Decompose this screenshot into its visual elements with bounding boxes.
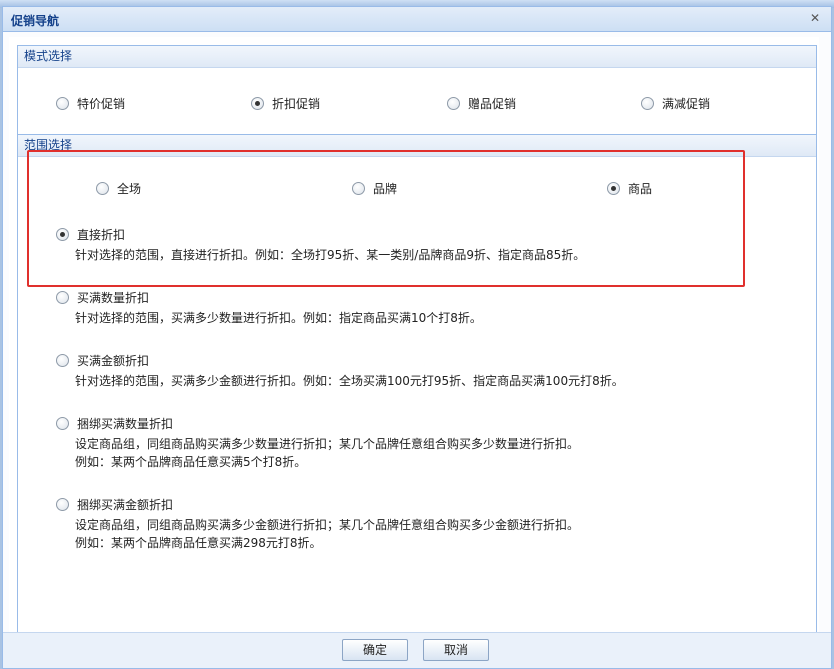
discount-desc-amount: 针对选择的范围，买满多少金额进行折扣。例如：全场买满100元打95折、指定商品买… — [75, 374, 624, 388]
discount-label-quantity: 买满数量折扣 — [77, 291, 150, 305]
scope-radio-all[interactable] — [96, 182, 109, 195]
discount-label-amount: 买满金额折扣 — [77, 354, 150, 368]
scope-option-product[interactable]: 商品 — [607, 180, 652, 197]
promotion-wizard-dialog: 促销导航 ✕ 模式选择 特价促销 折扣促销 赠品促销 满减促销 范围选择 全场 … — [2, 6, 832, 669]
discount-desc-bundle-amount: 设定商品组，同组商品购买满多少金额进行折扣；某几个品牌任意组合购买多少金额进行折… — [75, 518, 580, 532]
mode-label-discount: 折扣促销 — [272, 97, 321, 111]
discount-type-direct: 直接折扣 针对选择的范围，直接进行折扣。例如：全场打95折、某一类别/品牌商品9… — [56, 226, 585, 264]
scope-label-brand: 品牌 — [373, 182, 398, 196]
discount-radio-quantity[interactable] — [56, 291, 69, 304]
scope-option-brand[interactable]: 品牌 — [352, 180, 397, 197]
mode-fieldset: 模式选择 特价促销 折扣促销 赠品促销 满减促销 — [17, 45, 817, 135]
discount-option-direct[interactable]: 直接折扣 — [56, 226, 585, 243]
dialog-footer: 确定 取消 — [3, 632, 831, 668]
mode-radio-special-price[interactable] — [56, 97, 69, 110]
scope-label-product: 商品 — [628, 182, 653, 196]
discount-radio-bundle-amount[interactable] — [56, 498, 69, 511]
mode-label-gift: 赠品促销 — [468, 97, 517, 111]
discount-radio-amount[interactable] — [56, 354, 69, 367]
dialog-title-bar[interactable]: 促销导航 ✕ — [3, 7, 831, 32]
discount-option-amount[interactable]: 买满金额折扣 — [56, 352, 624, 369]
discount-example-bundle-quantity: 例如：某两个品牌商品任意买满5个打8折。 — [75, 455, 307, 469]
scope-radio-brand[interactable] — [352, 182, 365, 195]
discount-label-bundle-amount: 捆绑买满金额折扣 — [77, 498, 174, 512]
scope-radio-product[interactable] — [607, 182, 620, 195]
discount-type-quantity: 买满数量折扣 针对选择的范围，买满多少数量进行折扣。例如：指定商品买满10个打8… — [56, 289, 482, 327]
discount-example-bundle-amount: 例如：某两个品牌商品任意买满298元打8折。 — [75, 536, 322, 550]
discount-radio-direct[interactable] — [56, 228, 69, 241]
discount-option-bundle-quantity[interactable]: 捆绑买满数量折扣 — [56, 415, 579, 432]
dialog-title: 促销导航 — [11, 14, 60, 28]
discount-type-bundle-quantity: 捆绑买满数量折扣 设定商品组，同组商品购买满多少数量进行折扣；某几个品牌任意组合… — [56, 415, 579, 471]
dialog-body: 模式选择 特价促销 折扣促销 赠品促销 满减促销 范围选择 全场 品牌 商品 直… — [9, 37, 819, 633]
mode-option-full-reduction[interactable]: 满减促销 — [641, 95, 710, 112]
scope-label-all: 全场 — [117, 182, 142, 196]
mode-radio-discount[interactable] — [251, 97, 264, 110]
discount-type-amount: 买满金额折扣 针对选择的范围，买满多少金额进行折扣。例如：全场买满100元打95… — [56, 352, 624, 390]
discount-desc-direct: 针对选择的范围，直接进行折扣。例如：全场打95折、某一类别/品牌商品9折、指定商… — [75, 248, 586, 262]
mode-label-full-reduction: 满减促销 — [662, 97, 711, 111]
discount-option-bundle-amount[interactable]: 捆绑买满金额折扣 — [56, 496, 579, 513]
mode-legend: 模式选择 — [18, 46, 816, 68]
discount-label-direct: 直接折扣 — [77, 228, 126, 242]
cancel-button[interactable]: 取消 — [423, 639, 489, 661]
mode-radio-gift[interactable] — [447, 97, 460, 110]
scope-legend: 范围选择 — [18, 135, 816, 157]
scope-option-all[interactable]: 全场 — [96, 180, 141, 197]
discount-type-bundle-amount: 捆绑买满金额折扣 设定商品组，同组商品购买满多少金额进行折扣；某几个品牌任意组合… — [56, 496, 579, 552]
discount-desc-bundle-quantity: 设定商品组，同组商品购买满多少数量进行折扣；某几个品牌任意组合购买多少数量进行折… — [75, 437, 580, 451]
discount-desc-quantity: 针对选择的范围，买满多少数量进行折扣。例如：指定商品买满10个打8折。 — [75, 311, 482, 325]
mode-radio-full-reduction[interactable] — [641, 97, 654, 110]
mode-option-gift[interactable]: 赠品促销 — [447, 95, 516, 112]
mode-label-special-price: 特价促销 — [77, 97, 126, 111]
discount-label-bundle-quantity: 捆绑买满数量折扣 — [77, 417, 174, 431]
ok-button[interactable]: 确定 — [342, 639, 408, 661]
discount-radio-bundle-quantity[interactable] — [56, 417, 69, 430]
mode-option-special-price[interactable]: 特价促销 — [56, 95, 125, 112]
close-icon[interactable]: ✕ — [809, 12, 821, 24]
discount-option-quantity[interactable]: 买满数量折扣 — [56, 289, 482, 306]
mode-option-discount[interactable]: 折扣促销 — [251, 95, 320, 112]
scope-fieldset: 范围选择 全场 品牌 商品 直接折扣 针对选择的范围，直接进行折扣。例如：全场打… — [17, 134, 817, 633]
